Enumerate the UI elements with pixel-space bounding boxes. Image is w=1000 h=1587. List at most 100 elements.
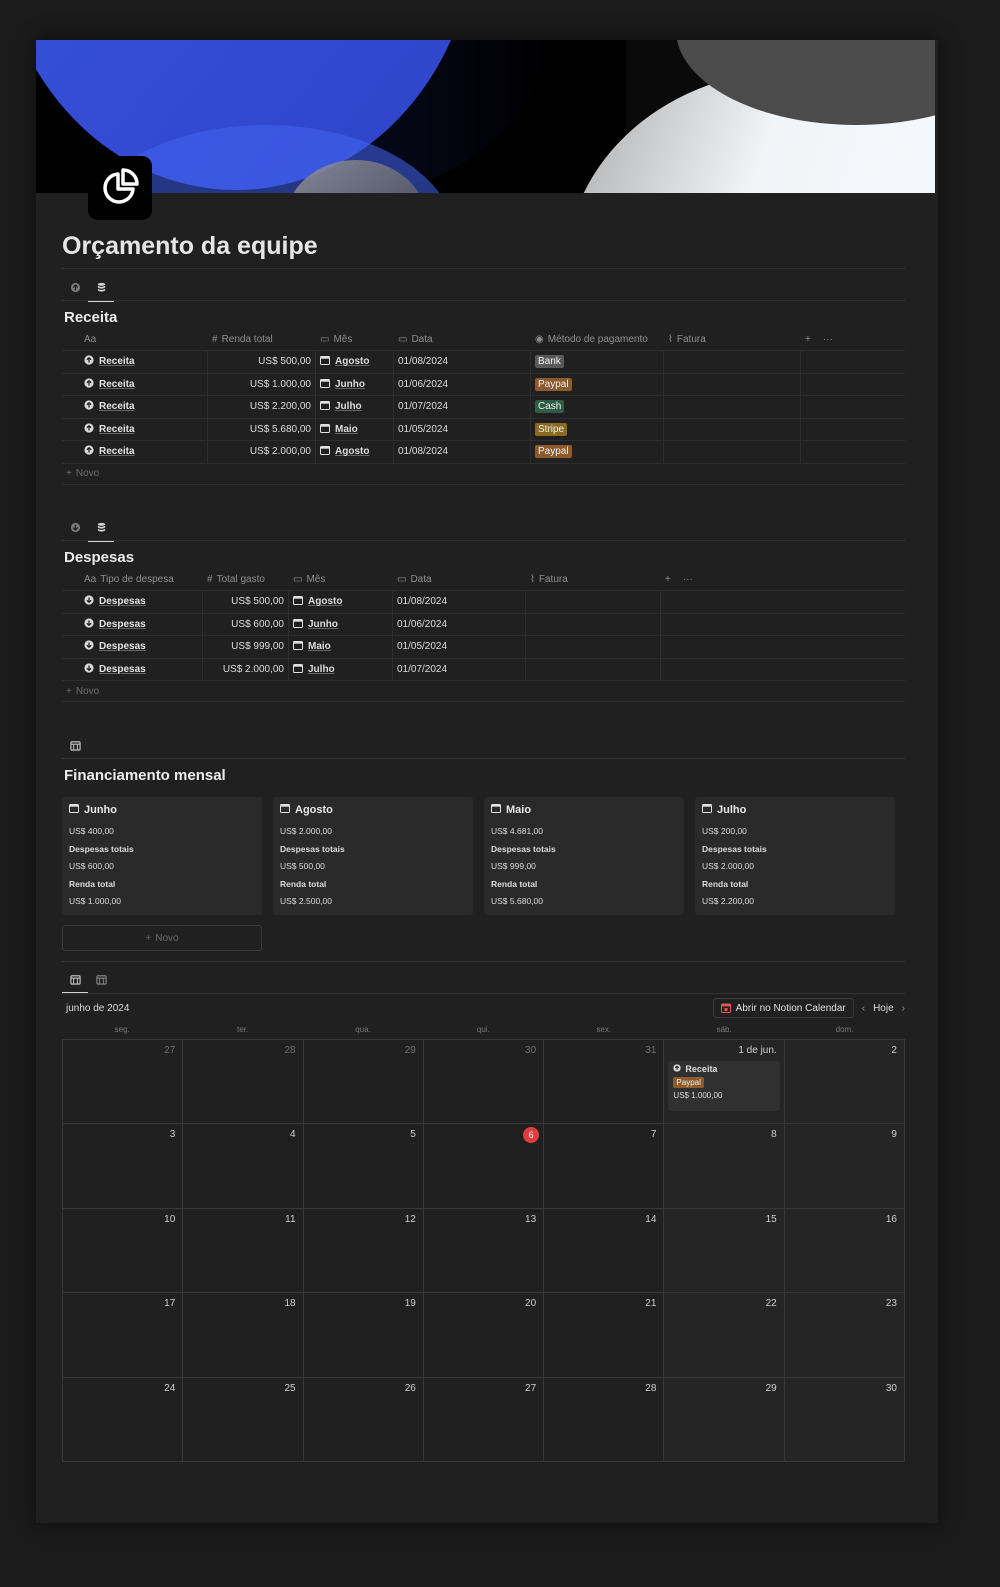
today-button[interactable]: Hoje <box>873 1003 894 1014</box>
date-cell[interactable]: 01/05/2024 <box>393 636 526 658</box>
table-row[interactable]: Receita US$ 5.680,00 Maio 01/05/2024 Stripe <box>62 417 905 440</box>
calendar-day-cell[interactable]: 12 <box>303 1208 424 1294</box>
table-row[interactable]: Receita US$ 2.000,00 Agosto 01/08/2024 Paypa… <box>62 440 905 463</box>
calendar-day-cell[interactable]: 7 <box>544 1124 665 1209</box>
calendar-day-cell[interactable]: 20 <box>423 1293 545 1378</box>
calendar-day-cell[interactable]: 9 <box>784 1124 905 1209</box>
table-row[interactable]: Receita US$ 1.000,00 Junho 01/06/2024 Paypal <box>62 372 905 395</box>
date-cell[interactable]: 01/08/2024 <box>394 441 531 463</box>
table-row[interactable]: Receita US$ 2.200,00 Julho 01/07/2024 Cash <box>62 395 905 418</box>
tab-arrow-view[interactable] <box>62 272 88 302</box>
fatura-cell[interactable] <box>664 441 801 463</box>
column-data[interactable]: ▭ Data <box>393 568 526 590</box>
month-relation-cell[interactable]: Junho <box>289 613 393 635</box>
calendar-day-cell[interactable]: 21 <box>544 1293 665 1378</box>
tab-calendar-view[interactable] <box>62 964 88 994</box>
renda-total-cell[interactable]: US$ 2.000,00 <box>208 441 316 463</box>
month-card[interactable]: Agosto US$ 2.000,00 Despesas totais US$ 500… <box>273 797 473 915</box>
table-row[interactable]: Despesas US$ 999,00 Maio 01/05/2024 <box>62 635 905 658</box>
calendar-day-cell[interactable]: 17 <box>63 1293 184 1378</box>
date-cell[interactable]: 01/05/2024 <box>394 418 531 440</box>
row-name-cell[interactable]: Despesas <box>62 613 203 635</box>
fatura-cell[interactable] <box>664 373 801 395</box>
calendar-day-cell[interactable]: 4 <box>183 1124 304 1209</box>
calendar-day-cell[interactable]: 19 <box>303 1293 424 1378</box>
calendar-day-cell[interactable]: 16 <box>784 1208 905 1294</box>
month-relation-cell[interactable]: Maio <box>289 636 393 658</box>
calendar-day-cell[interactable]: 31 <box>544 1040 665 1125</box>
month-card[interactable]: Maio US$ 4.681,00 Despesas totais US$ 999,0… <box>484 797 684 915</box>
calendar-day-cell[interactable]: 1 de jun. Receita Paypal US$ 1.000,00 <box>664 1040 785 1125</box>
renda-total-cell[interactable]: US$ 500,00 <box>208 351 316 373</box>
fatura-cell[interactable] <box>526 636 661 658</box>
calendar-day-cell[interactable]: 11 <box>183 1208 304 1294</box>
tab-calendar-view-2[interactable] <box>88 964 114 994</box>
month-card[interactable]: Junho US$ 400,00 Despesas totais US$ 600,00… <box>62 797 262 915</box>
fatura-cell[interactable] <box>664 418 801 440</box>
pie-chart-icon[interactable] <box>88 156 152 220</box>
date-cell[interactable]: 01/07/2024 <box>394 396 531 418</box>
column-tipo-de-despesa[interactable]: Aa Tipo de despesa <box>62 568 203 590</box>
calendar-day-cell[interactable]: 15 <box>664 1208 785 1294</box>
calendar-day-cell[interactable]: 22 <box>664 1293 785 1378</box>
calendar-day-cell[interactable]: 27 <box>423 1377 545 1462</box>
column-fatura[interactable]: ⌇ Fatura <box>664 328 801 350</box>
month-relation-cell[interactable]: Agosto <box>316 351 394 373</box>
fatura-cell[interactable] <box>664 396 801 418</box>
fatura-cell[interactable] <box>526 613 661 635</box>
renda-total-cell[interactable]: US$ 5.680,00 <box>208 418 316 440</box>
column-total-gasto[interactable]: # Total gasto <box>203 568 289 590</box>
table-row[interactable]: Despesas US$ 500,00 Agosto 01/08/2024 <box>62 590 905 613</box>
calendar-day-cell[interactable]: 29 <box>664 1377 785 1462</box>
month-card[interactable]: Julho US$ 200,00 Despesas totais US$ 2.000,… <box>695 797 895 915</box>
row-name-cell[interactable]: Despesas <box>62 636 203 658</box>
calendar-day-cell[interactable]: 28 <box>183 1040 304 1125</box>
calendar-day-cell[interactable]: 13 <box>423 1208 545 1294</box>
calendar-day-cell[interactable]: 27 <box>63 1040 184 1125</box>
calendar-day-cell[interactable]: 14 <box>544 1208 665 1294</box>
renda-total-cell[interactable]: US$ 2.200,00 <box>208 396 316 418</box>
more-icon[interactable]: ··· <box>823 334 833 345</box>
row-name-cell[interactable]: Despesas <box>62 591 203 613</box>
table-row[interactable]: Despesas US$ 2.000,00 Julho 01/07/2024 <box>62 657 905 680</box>
receita-title[interactable]: Receita <box>64 309 117 326</box>
row-name-cell[interactable]: Receita <box>62 396 208 418</box>
fatura-cell[interactable] <box>526 591 661 613</box>
month-relation-cell[interactable]: Julho <box>289 658 393 680</box>
row-name-cell[interactable]: Despesas <box>62 658 203 680</box>
fatura-cell[interactable] <box>664 351 801 373</box>
calendar-day-cell[interactable]: 8 <box>664 1124 785 1209</box>
date-cell[interactable]: 01/07/2024 <box>393 658 526 680</box>
despesas-title[interactable]: Despesas <box>64 549 134 566</box>
total-gasto-cell[interactable]: US$ 600,00 <box>203 613 289 635</box>
total-gasto-cell[interactable]: US$ 999,00 <box>203 636 289 658</box>
column-renda-total[interactable]: # Renda total <box>208 328 316 350</box>
calendar-day-cell[interactable]: 5 <box>303 1124 424 1209</box>
payment-method-cell[interactable]: Paypal <box>531 373 664 395</box>
calendar-day-cell[interactable]: 2 <box>784 1040 905 1125</box>
fatura-cell[interactable] <box>526 658 661 680</box>
row-name-cell[interactable]: Receita <box>62 441 208 463</box>
cover-image[interactable] <box>36 40 935 193</box>
calendar-day-cell[interactable]: 10 <box>63 1208 184 1294</box>
add-row-button[interactable]: + Novo <box>62 462 905 485</box>
payment-method-cell[interactable]: Cash <box>531 396 664 418</box>
column-metodo[interactable]: ◉ Método de pagamento <box>531 328 664 350</box>
page-title[interactable]: Orçamento da equipe <box>62 232 318 261</box>
month-relation-cell[interactable]: Julho <box>316 396 394 418</box>
tab-arrow-view[interactable] <box>62 512 88 542</box>
calendar-day-cell[interactable]: 18 <box>183 1293 304 1378</box>
date-cell[interactable]: 01/08/2024 <box>393 591 526 613</box>
row-name-cell[interactable]: Receita <box>62 373 208 395</box>
calendar-day-cell[interactable]: 3 <box>63 1124 184 1209</box>
calendar-day-cell[interactable]: 6 <box>423 1124 545 1209</box>
financiamento-title[interactable]: Financiamento mensal <box>64 767 226 784</box>
table-row[interactable]: Despesas US$ 600,00 Junho 01/06/2024 <box>62 612 905 635</box>
column-mes[interactable]: ▭ Mês <box>316 328 394 350</box>
tab-database-view[interactable] <box>88 272 114 302</box>
row-name-cell[interactable]: Receita <box>62 351 208 373</box>
date-cell[interactable]: 01/08/2024 <box>394 351 531 373</box>
calendar-day-cell[interactable]: 30 <box>423 1040 545 1125</box>
total-gasto-cell[interactable]: US$ 2.000,00 <box>203 658 289 680</box>
month-relation-cell[interactable]: Agosto <box>289 591 393 613</box>
